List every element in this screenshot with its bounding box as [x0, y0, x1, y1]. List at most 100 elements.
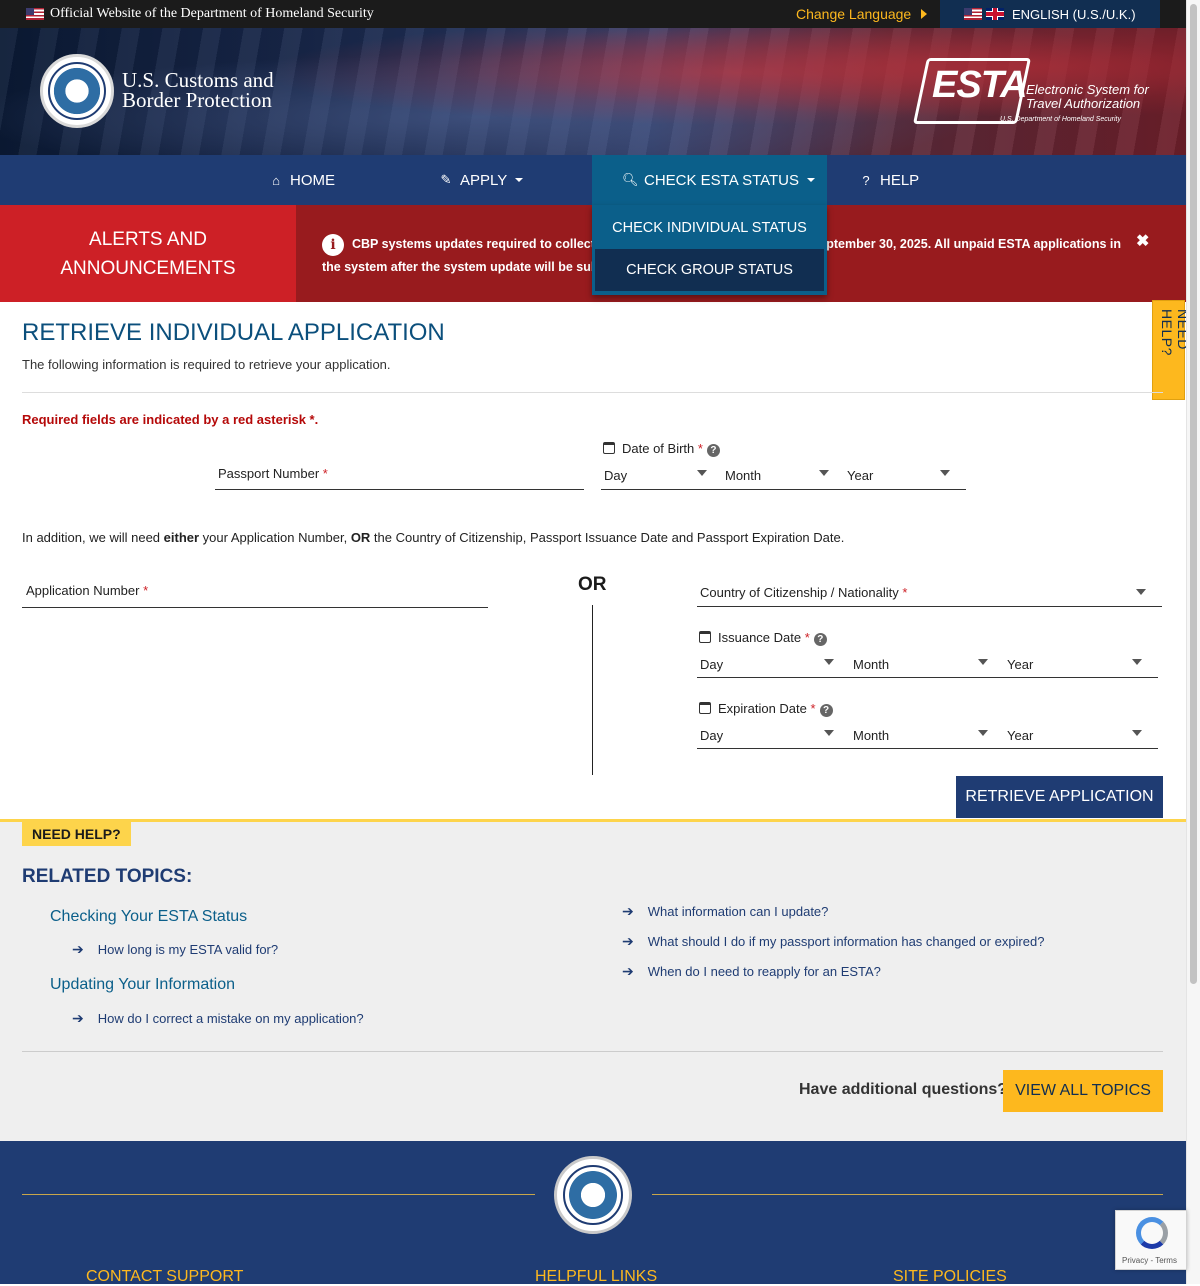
arrow-right-icon: ➔	[622, 933, 634, 949]
help-question-icon[interactable]: ?	[813, 633, 827, 646]
arrow-right-icon: ➔	[72, 941, 84, 957]
site-header: U.S. Customs and Border Protection ESTA …	[0, 28, 1186, 155]
help-question-icon[interactable]: ?	[706, 444, 720, 457]
topic-link[interactable]: ➔ When do I need to reapply for an ESTA?	[622, 963, 881, 980]
divider	[22, 392, 1163, 393]
chevron-down-icon	[697, 470, 707, 476]
country-label: Country of Citizenship / Nationality *	[700, 585, 908, 600]
info-icon: i	[322, 233, 344, 256]
footer-contact-support-heading: CONTACT SUPPORT	[86, 1268, 244, 1285]
topic-link-text: When do I need to reapply for an ESTA?	[647, 964, 881, 979]
calendar-icon	[603, 442, 615, 454]
divider	[22, 1051, 1163, 1052]
footer-rule	[652, 1194, 1163, 1195]
chevron-down-icon	[1132, 730, 1142, 736]
chevron-down-icon	[978, 730, 988, 736]
alerts-label-line-1: ALERTS AND	[89, 229, 207, 250]
chevron-down-icon	[940, 470, 950, 476]
chevron-down-icon	[819, 470, 829, 476]
application-number-label: Application Number *	[26, 583, 149, 598]
issuance-month-value: Month	[853, 657, 890, 672]
help-question-icon[interactable]: ?	[819, 704, 833, 717]
dob-underline	[601, 489, 966, 490]
required-fields-note: Required fields are indicated by a red a…	[22, 412, 319, 427]
topic-link[interactable]: ➔ What should I do if my passport informa…	[622, 933, 1044, 950]
nav-apply-label: APPLY	[460, 171, 508, 189]
cbp-agency-title[interactable]: U.S. Customs and Border Protection	[122, 68, 274, 112]
nav-help[interactable]: ? HELP	[858, 155, 919, 205]
uk-flag-icon	[986, 8, 1004, 20]
topic-link[interactable]: ➔ What information can I update?	[622, 903, 828, 920]
esta-logo[interactable]: ESTA Electronic System for Travel Author…	[912, 56, 1150, 128]
official-site-notice: Official Website of the Department of Ho…	[26, 6, 374, 22]
page-title: RETRIEVE INDIVIDUAL APPLICATION	[22, 319, 445, 346]
caret-down-icon	[807, 178, 816, 182]
dhs-seal-logo[interactable]	[40, 54, 114, 128]
scrollbar-thumb[interactable]	[1190, 4, 1197, 984]
nav-apply[interactable]: ✎ APPLY	[438, 155, 524, 205]
language-label: ENGLISH (U.S./U.K.)	[1012, 6, 1136, 22]
need-help-side-tab[interactable]: NEED HELP?	[1152, 300, 1191, 400]
dob-year-value: Year	[847, 468, 874, 483]
additional-info-text: In addition, we will need either your Ap…	[22, 530, 845, 545]
chevron-down-icon	[978, 659, 988, 665]
caret-right-icon	[921, 9, 928, 19]
pencil-icon: ✎	[440, 172, 452, 187]
official-site-text: Official Website of the Department of Ho…	[50, 6, 374, 21]
footer-rule	[22, 1194, 535, 1195]
esta-tagline: Electronic System for Travel Authorizati…	[1026, 83, 1149, 111]
agency-line-1: U.S. Customs and	[122, 68, 274, 92]
recaptcha-privacy-terms[interactable]: Privacy - Terms	[1122, 1256, 1177, 1265]
change-language-label: Change Language	[796, 6, 912, 22]
dob-day-value: Day	[604, 468, 628, 483]
close-icon[interactable]: ✖	[1136, 231, 1149, 251]
agency-line-2: Border Protection	[122, 88, 272, 112]
check-status-dropdown: CHECK INDIVIDUAL STATUS CHECK GROUP STAT…	[592, 205, 827, 295]
issuance-year-value: Year	[1007, 657, 1034, 672]
issuance-day-value: Day	[700, 657, 724, 672]
change-language-link[interactable]: Change Language	[796, 6, 928, 22]
view-all-topics-button[interactable]: VIEW ALL TOPICS	[1003, 1070, 1163, 1112]
arrow-right-icon: ➔	[72, 1010, 84, 1026]
issuance-date-label: Issuance Date *?	[699, 630, 827, 646]
topic-category-updating-info: Updating Your Information	[50, 976, 236, 993]
topic-link-text: What should I do if my passport informat…	[647, 934, 1045, 949]
arrow-right-icon: ➔	[622, 903, 634, 919]
topic-link[interactable]: ➔ How long is my ESTA valid for?	[72, 941, 278, 958]
search-icon: 🔍︎	[622, 172, 639, 187]
nav-home[interactable]: ⌂ HOME	[268, 155, 335, 205]
passport-number-underline	[215, 489, 584, 490]
or-divider-line	[592, 605, 593, 775]
chevron-down-icon	[824, 730, 834, 736]
chevron-down-icon	[1136, 589, 1146, 595]
site-footer: CONTACT SUPPORT HELPFUL LINKS SITE POLIC…	[0, 1141, 1186, 1285]
menu-item-check-group-status[interactable]: CHECK GROUP STATUS	[595, 249, 824, 291]
chevron-down-icon	[824, 659, 834, 665]
calendar-icon	[699, 702, 711, 714]
page-scrollbar[interactable]	[1186, 0, 1200, 1284]
esta-tagline-1: Electronic System for	[1026, 82, 1149, 97]
main-nav: ⌂ HOME ✎ APPLY 🔍︎ CHECK ESTA STATUS ? HE…	[0, 155, 1186, 205]
dob-month-value: Month	[725, 468, 762, 483]
expiration-underline	[697, 748, 1158, 749]
language-selector[interactable]: ENGLISH (U.S./U.K.)	[940, 0, 1160, 28]
country-underline	[697, 606, 1162, 607]
dhs-seal-logo[interactable]	[554, 1156, 632, 1234]
topic-link-text: How long is my ESTA valid for?	[97, 942, 279, 957]
recaptcha-badge[interactable]: Privacy - Terms	[1115, 1210, 1187, 1270]
footer-site-policies-heading: SITE POLICIES	[893, 1268, 1007, 1285]
chevron-down-icon	[1132, 659, 1142, 665]
related-topics-title: RELATED TOPICS:	[22, 866, 193, 887]
retrieve-application-button[interactable]: RETRIEVE APPLICATION	[956, 776, 1163, 818]
topic-category-checking-status: Checking Your ESTA Status	[50, 908, 248, 925]
esta-dhs-caption: U.S. Department of Homeland Security	[1000, 116, 1121, 123]
topic-link[interactable]: ➔ How do I correct a mistake on my applic…	[72, 1010, 364, 1027]
page-subtitle: The following information is required to…	[22, 357, 391, 372]
expiration-year-value: Year	[1007, 728, 1034, 743]
menu-item-check-individual-status[interactable]: CHECK INDIVIDUAL STATUS	[592, 207, 827, 249]
caret-down-icon	[515, 178, 524, 182]
nav-home-label: HOME	[290, 171, 335, 189]
alerts-label-line-2: ANNOUNCEMENTS	[60, 258, 236, 279]
additional-questions-text: Have additional questions?	[799, 1081, 1008, 1098]
nav-check-esta-status[interactable]: 🔍︎ CHECK ESTA STATUS	[592, 155, 827, 205]
